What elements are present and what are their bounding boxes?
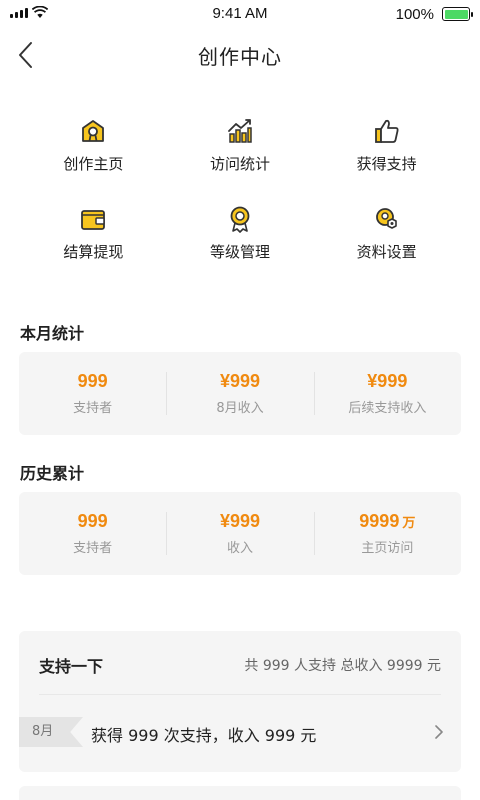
history-stats-card: 999 支持者 ¥999 收入 9999 万 主页访问 — [19, 492, 461, 575]
bar-chart-icon — [228, 119, 252, 143]
menu-item-settlement[interactable]: 结算提现 — [20, 198, 167, 286]
function-grid: 创作主页 访问统计 获得支持 结算提现 等级管理 资料设置 — [20, 110, 460, 286]
support-title: 支持一下 — [39, 657, 104, 676]
month-tag: 8月 — [19, 717, 83, 747]
stat-value: 9999 — [359, 511, 400, 531]
stat-value: ¥999 — [367, 371, 408, 391]
battery-percent: 100% — [395, 6, 434, 23]
menu-label: 获得支持 — [356, 155, 417, 173]
stat-value: ¥999 — [219, 371, 261, 391]
stat-supporters: 999 支持者 — [19, 352, 166, 435]
menu-label: 资料设置 — [356, 243, 417, 261]
menu-label: 等级管理 — [209, 243, 270, 261]
stat-value: ¥999 — [219, 511, 261, 531]
stat-total-supporters: 999 支持者 — [19, 492, 166, 575]
status-bar: 9:41 AM 100% — [0, 0, 480, 28]
stat-unit: 万 — [402, 515, 416, 530]
menu-item-get-support[interactable]: 获得支持 — [313, 110, 460, 198]
nav-bar: 创作中心 — [0, 28, 480, 82]
stat-value: 999 — [77, 511, 108, 531]
stat-caption: 后续支持收入 — [348, 401, 427, 416]
home-badge-icon — [82, 120, 105, 142]
support-header: 支持一下 共 999 人支持 总收入 9999 元 — [39, 631, 441, 695]
menu-label: 结算提现 — [63, 243, 124, 261]
stat-caption: 主页访问 — [361, 541, 414, 556]
menu-label: 访问统计 — [209, 155, 270, 173]
stat-value: 999 — [77, 371, 108, 391]
menu-item-profile-settings[interactable]: 资料设置 — [313, 198, 460, 286]
thumbs-up-icon — [374, 119, 399, 143]
menu-item-homepage[interactable]: 创作主页 — [20, 110, 167, 198]
page-title: 创作中心 — [198, 45, 282, 69]
support-card: 支持一下 共 999 人支持 总收入 9999 元 8月 获得 999 次支持，… — [19, 631, 461, 772]
stat-caption: 支持者 — [73, 541, 113, 556]
stat-future-income: ¥999 后续支持收入 — [313, 352, 461, 435]
wallet-icon — [81, 210, 106, 230]
stat-page-visits: 9999 万 主页访问 — [313, 492, 461, 575]
chevron-right-icon — [435, 725, 443, 739]
profile-settings-icon — [375, 208, 397, 229]
stat-total-income: ¥999 收入 — [166, 492, 313, 575]
menu-item-visit-stats[interactable]: 访问统计 — [167, 110, 314, 198]
menu-item-level[interactable]: 等级管理 — [167, 198, 314, 286]
support-summary: 共 999 人支持 总收入 9999 元 — [244, 658, 441, 674]
menu-label: 创作主页 — [63, 155, 124, 173]
medal-icon — [230, 206, 250, 233]
monthly-stats-card: 999 支持者 ¥999 8月收入 ¥999 后续支持收入 — [19, 352, 461, 435]
history-stats-title: 历史累计 — [20, 464, 85, 483]
monthly-stats-title: 本月统计 — [20, 324, 85, 343]
stat-month-income: ¥999 8月收入 — [166, 352, 313, 435]
support-month-text: 获得 999 次支持，收入 999 元 — [91, 726, 317, 745]
battery-icon — [442, 7, 473, 21]
next-card — [19, 786, 461, 800]
support-month-item[interactable]: 8月 获得 999 次支持，收入 999 元 — [19, 713, 461, 753]
stat-caption: 支持者 — [73, 401, 113, 416]
stat-caption: 收入 — [226, 541, 253, 556]
stat-caption: 8月收入 — [216, 401, 264, 416]
